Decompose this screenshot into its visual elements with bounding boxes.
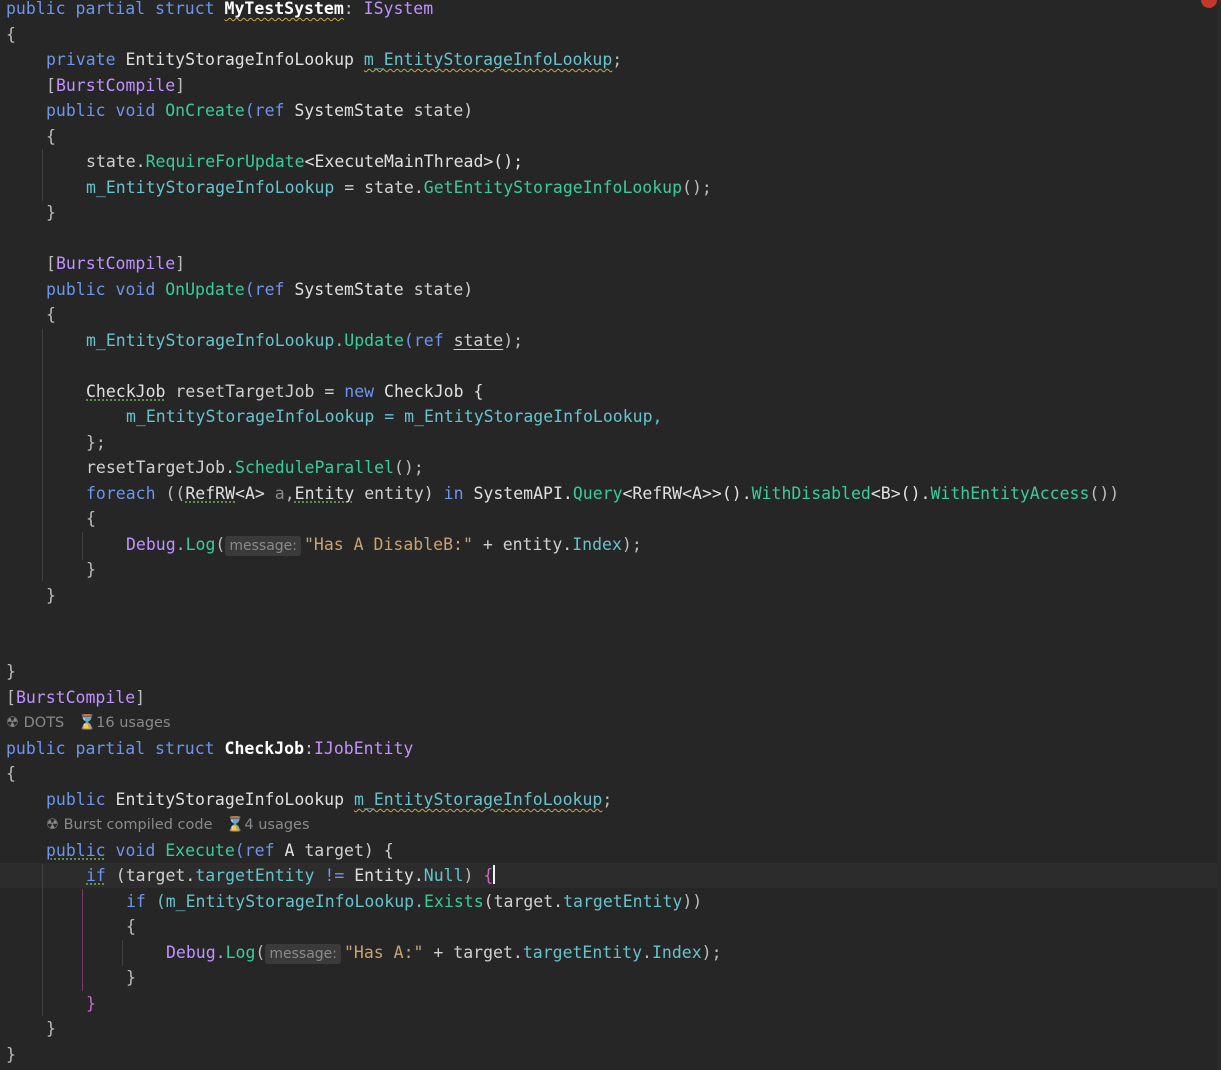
indent-guide (42, 329, 43, 581)
radiation-icon: ☢ (46, 817, 59, 833)
code-line[interactable]: CheckJob resetTargetJob = new CheckJob { (86, 379, 483, 405)
code-line[interactable]: m_EntityStorageInfoLookup = state.GetEnt… (86, 175, 712, 201)
scrollbar[interactable] (1217, 0, 1221, 1070)
code-line[interactable]: { (86, 506, 96, 532)
code-line[interactable]: foreach ((RefRW<A> a,Entity entity) in S… (86, 481, 1119, 507)
parameter-hint: message: (225, 536, 301, 556)
code-line[interactable]: Debug.Log(message: "Has A:" + target.targ… (166, 940, 722, 966)
radiation-icon: ☢ (6, 715, 19, 731)
text-caret (493, 865, 496, 884)
code-line[interactable]: [BurstCompile] (6, 685, 145, 711)
code-line[interactable]: } (6, 659, 16, 685)
code-line-current[interactable]: if (target.targetEntity != Entity.Null) … (86, 863, 496, 889)
code-editor[interactable]: public partial struct MyTestSystem: ISys… (0, 0, 1221, 1070)
hourglass-icon: ⌛ (226, 817, 245, 833)
error-indicator-icon[interactable] (1201, 0, 1217, 8)
code-line[interactable]: m_EntityStorageInfoLookup.Update(ref sta… (86, 328, 523, 354)
code-line[interactable]: if (m_EntityStorageInfoLookup.Exists(tar… (126, 889, 702, 915)
code-line[interactable]: } (126, 965, 136, 991)
code-line[interactable]: { (46, 302, 56, 328)
code-line[interactable]: resetTargetJob.ScheduleParallel(); (86, 455, 424, 481)
indent-guide (122, 940, 123, 966)
code-line[interactable]: { (46, 124, 56, 150)
code-vision-hint[interactable]: ☢ Burst compiled code ⌛4 usages (46, 814, 310, 836)
parameter-hint: message: (265, 944, 341, 964)
code-line[interactable]: } (6, 1042, 16, 1068)
hourglass-icon: ⌛ (78, 715, 97, 731)
code-line[interactable]: }; (86, 430, 106, 456)
indent-guide (82, 532, 83, 560)
code-vision-hint[interactable]: ☢ DOTS ⌛16 usages (6, 712, 171, 734)
code-line[interactable]: { (6, 22, 16, 48)
code-line[interactable]: m_EntityStorageInfoLookup = m_EntityStor… (126, 404, 662, 430)
code-line[interactable]: [BurstCompile] (46, 73, 185, 99)
code-line[interactable]: public void OnUpdate(ref SystemState sta… (46, 277, 473, 303)
code-line[interactable]: public void OnCreate(ref SystemState sta… (46, 98, 473, 124)
code-line[interactable]: { (126, 914, 136, 940)
code-line[interactable]: Debug.Log(message: "Has A DisableB:" + en… (126, 532, 642, 558)
code-line[interactable]: public partial struct MyTestSystem: ISys… (6, 0, 433, 22)
code-line[interactable]: } (86, 557, 96, 583)
indent-guide (42, 864, 43, 1016)
code-line[interactable]: } (86, 991, 96, 1017)
code-line[interactable]: } (46, 200, 56, 226)
code-line[interactable]: [BurstCompile] (46, 251, 185, 277)
code-line[interactable]: } (46, 583, 56, 609)
code-line[interactable]: private EntityStorageInfoLookup m_Entity… (46, 47, 622, 73)
indent-guide-highlighted (82, 889, 83, 991)
code-line[interactable]: } (46, 1016, 56, 1042)
code-line[interactable]: { (6, 761, 16, 787)
indent-guide (42, 149, 43, 201)
code-line[interactable]: public partial struct CheckJob:IJobEntit… (6, 736, 413, 762)
code-line[interactable]: public EntityStorageInfoLookup m_EntityS… (46, 787, 612, 813)
code-line[interactable]: public void Execute(ref A target) { (46, 838, 394, 864)
code-line[interactable]: state.RequireForUpdate<ExecuteMainThread… (86, 149, 523, 175)
